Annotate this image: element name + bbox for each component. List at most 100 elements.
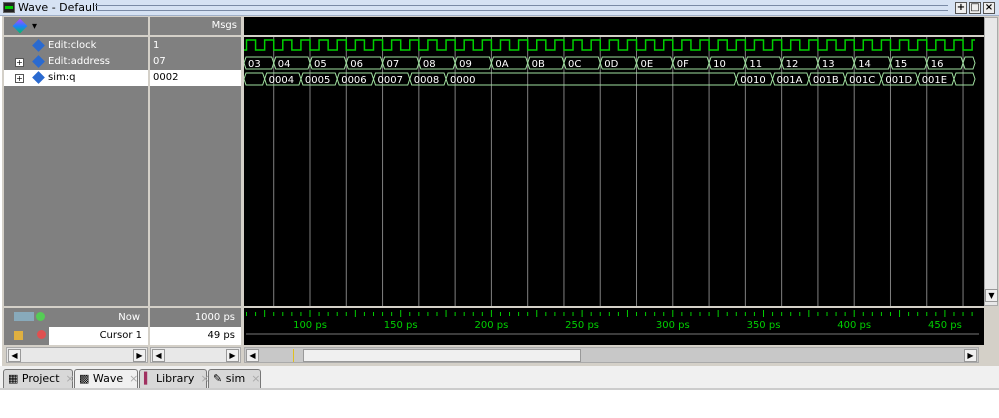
q-value-label: 0010: [740, 75, 765, 86]
timeline-label: 350 ps: [747, 320, 781, 331]
address-value-label: 10: [713, 59, 726, 70]
library-icon: ▍: [144, 372, 153, 385]
msgs-label: Msgs: [211, 20, 237, 31]
signal-row-q[interactable]: + sim:q: [4, 70, 148, 86]
now-value: 1000 ps: [194, 312, 235, 323]
remove-cursor-icon[interactable]: [37, 330, 46, 339]
signal-value: 0002: [153, 72, 179, 83]
address-value-label: 0F: [677, 59, 689, 70]
q-value-label: 0005: [305, 75, 330, 86]
scroll-left-arrow[interactable]: ◀: [8, 349, 21, 362]
close-button[interactable]: ×: [983, 2, 995, 14]
address-value-label: 06: [350, 59, 363, 70]
timeline-label: 450 ps: [928, 320, 962, 331]
sim-icon: ✎: [213, 372, 223, 385]
signal-values-panel: 1 07 0002: [150, 37, 241, 306]
add-window-button[interactable]: +: [955, 2, 967, 14]
q-value-label: 0007: [377, 75, 402, 86]
tab-label: Project: [21, 372, 60, 385]
tab-wave[interactable]: ▩ Wave ×: [74, 369, 138, 388]
address-value-label: 09: [459, 59, 472, 70]
close-tab-icon[interactable]: ×: [251, 372, 260, 385]
scroll-right-arrow[interactable]: ▶: [226, 349, 239, 362]
waveform-display[interactable]: 03 04 05 06 07 08 09 0A 0B 0C 0D 0E 0F 10 11 12 13 14 15 16…: [244, 37, 984, 306]
vertical-scrollbar[interactable]: ▼: [984, 17, 998, 306]
wave-hscrollbar[interactable]: ◀ ▶: [244, 347, 979, 363]
cursor-icons[interactable]: [14, 312, 34, 321]
scroll-left-arrow[interactable]: ◀: [152, 349, 165, 362]
address-value-label: 16: [931, 59, 944, 70]
q-value-label: 001B: [813, 75, 839, 86]
lock-icon[interactable]: [14, 331, 23, 340]
tab-label: Wave: [92, 372, 124, 385]
title-grip[interactable]: [96, 5, 948, 11]
signal-row-clock[interactable]: Edit:clock: [12, 38, 148, 54]
address-value-label: 14: [858, 59, 871, 70]
tab-sim[interactable]: ✎ sim ×: [208, 369, 261, 388]
scroll-thumb[interactable]: [303, 349, 581, 362]
chevron-down-icon[interactable]: ▾: [32, 21, 37, 32]
q-value-label: 0000: [450, 75, 475, 86]
tab-project[interactable]: ▦ Project ×: [3, 369, 75, 388]
wave-header: [244, 17, 984, 35]
timeline-label: 200 ps: [474, 320, 508, 331]
address-value-label: 0E: [641, 59, 654, 70]
timeline-label: 250 ps: [565, 320, 599, 331]
signal-value: 07: [153, 56, 166, 67]
add-cursor-icon[interactable]: [36, 312, 45, 321]
timeline-label: 300 ps: [656, 320, 690, 331]
timeline-label: 100 ps: [293, 320, 327, 331]
signal-name: Edit:address: [48, 56, 111, 67]
address-value-label: 0A: [495, 59, 508, 70]
names-hscrollbar[interactable]: ◀ ▶: [6, 347, 148, 363]
scroll-right-arrow[interactable]: ▶: [133, 349, 146, 362]
address-value-label: 15: [894, 59, 907, 70]
now-label: Now: [118, 312, 140, 323]
timeline[interactable]: 100 ps 150 ps 200 ps 250 ps 300 ps 350 ps 400 …: [244, 308, 984, 345]
signal-row-address[interactable]: + Edit:address: [12, 54, 148, 70]
title-bar: Wave - Default + □ ×: [0, 0, 999, 16]
wave-window-icon: [3, 2, 15, 13]
address-value-label: 08: [423, 59, 436, 70]
address-value-label: 0D: [604, 59, 618, 70]
expand-icon[interactable]: +: [15, 74, 24, 83]
values-hscrollbar[interactable]: ◀ ▶: [150, 347, 241, 363]
undock-button[interactable]: □: [969, 2, 981, 14]
signal-name: sim:q: [48, 72, 76, 83]
signal-value: 1: [153, 40, 160, 51]
scroll-down-arrow[interactable]: ▼: [985, 289, 998, 302]
scroll-right-arrow[interactable]: ▶: [964, 349, 977, 362]
q-value-label: 0006: [341, 75, 366, 86]
signal-dropdown-icon[interactable]: [12, 18, 28, 34]
q-value-label: 001C: [849, 75, 875, 86]
signal-diamond-icon: [32, 55, 45, 68]
address-value-label: 12: [786, 59, 799, 70]
timeline-label: 400 ps: [837, 320, 871, 331]
address-value-label: 0C: [568, 59, 581, 70]
address-value-label: 07: [387, 59, 400, 70]
address-value-label: 13: [822, 59, 835, 70]
window-title: Wave - Default: [18, 1, 100, 14]
address-value-label: 03: [248, 59, 261, 70]
address-value-label: 05: [314, 59, 327, 70]
cursor-values-panel: 1000 ps 49 ps: [150, 308, 241, 345]
q-value-label: 001D: [885, 75, 912, 86]
address-value-label: 11: [749, 59, 762, 70]
wave-icon: ▩: [79, 372, 90, 385]
signal-names-panel: Edit:clock + Edit:address + sim:q: [4, 37, 148, 306]
tab-library[interactable]: ▍ Library ×: [139, 369, 210, 388]
tab-label: Library: [155, 372, 195, 385]
cursor-value: 49 ps: [207, 330, 235, 341]
address-value-label: 0B: [532, 59, 545, 70]
cursor-name[interactable]: Cursor 1: [100, 330, 142, 341]
address-value-label: 04: [278, 59, 291, 70]
q-value-label: 001A: [777, 75, 803, 86]
q-value-label: 0004: [269, 75, 294, 86]
expand-icon[interactable]: +: [15, 58, 24, 67]
tab-label: sim: [225, 372, 246, 385]
close-tab-icon[interactable]: ×: [129, 372, 138, 385]
signal-diamond-icon: [32, 39, 45, 52]
signal-name: Edit:clock: [48, 40, 97, 51]
scroll-left-arrow[interactable]: ◀: [246, 349, 259, 362]
timeline-label: 150 ps: [384, 320, 418, 331]
